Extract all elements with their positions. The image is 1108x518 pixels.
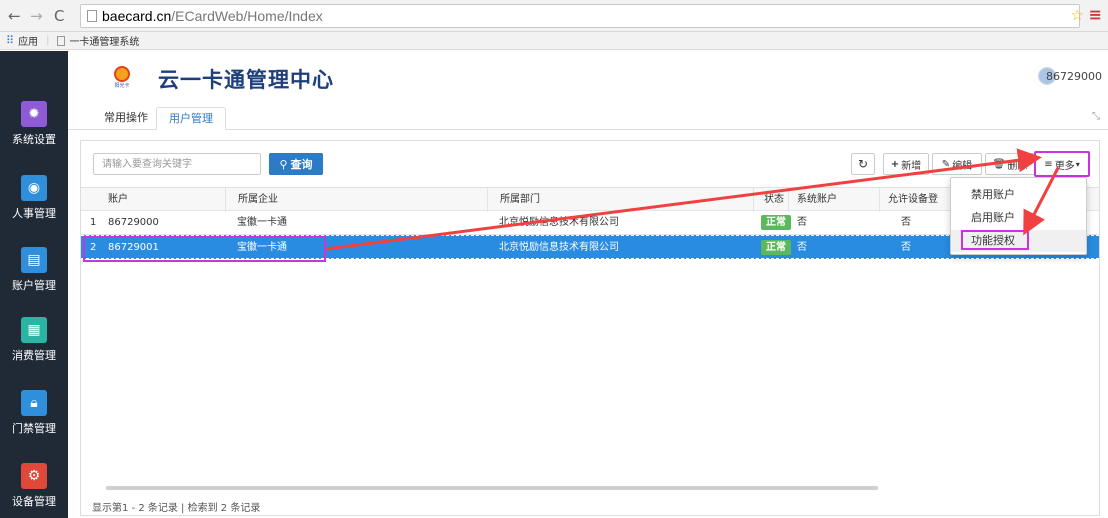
column-header[interactable]: 所属部门 <box>487 188 540 212</box>
sidebar: ✹ 系统设置 ◉ 人事管理 ▤ 账户管理 ▦ 消费管理 🔒︎ 门禁管理 ⚙ 设备… <box>0 51 68 518</box>
sidebar-item-label: 人事管理 <box>12 207 56 220</box>
user-icon: ◉ <box>21 175 47 201</box>
menu-item-disable-account[interactable]: 禁用账户 <box>951 184 1086 206</box>
table-row-selected[interactable]: 2 86729001 宝徽一卡通 北京悦励信息技术有限公司 正常 否 否 <box>81 235 1099 259</box>
column-header[interactable]: 所属企业 <box>225 188 278 212</box>
toolbar: ⚲ 查询 ↻ + 新增 ✎ 编辑 🗑︎ 删除 ≡ 更多 ▾ <box>81 141 1099 187</box>
column-header[interactable]: 允许设备登 <box>879 188 951 212</box>
table-header-row: 账户 所属企业 所属部门 状态 系统账户 允许设备登 <box>81 187 1099 212</box>
brand-logo: 阳光卡 <box>111 66 133 90</box>
sidebar-item-consumption[interactable]: ▦ 消费管理 <box>0 317 68 363</box>
pagination-summary: 显示第1 - 2 条记录 | 检索到 2 条记录 <box>92 503 261 514</box>
allow-device-cell: 否 <box>901 242 911 253</box>
page-icon <box>57 35 66 46</box>
delete-button-label: 删除 <box>1007 160 1028 172</box>
add-button[interactable]: + 新增 <box>883 153 929 175</box>
back-arrow-icon[interactable]: ← <box>8 7 21 25</box>
browser-menu-icon[interactable]: ≡ <box>1089 5 1102 24</box>
url-host: baecard.cn <box>102 8 172 24</box>
sidebar-item-label: 账户管理 <box>12 279 56 292</box>
delete-button[interactable]: 🗑︎ 删除 <box>985 153 1035 175</box>
company-cell: 宝徽一卡通 <box>237 242 287 253</box>
app-title: 云一卡通管理中心 <box>158 68 334 92</box>
add-button-label: 新增 <box>901 160 922 172</box>
more-dropdown-menu: 禁用账户 启用账户 功能授权 <box>950 177 1087 255</box>
status-cell: 正常 <box>761 236 791 260</box>
sidebar-item-label: 门禁管理 <box>12 422 56 435</box>
refresh-button[interactable]: ↻ <box>851 153 875 175</box>
apps-link[interactable]: 应用 <box>18 33 38 48</box>
system-account-cell: 否 <box>797 242 807 253</box>
company-cell: 宝徽一卡通 <box>237 217 287 228</box>
refresh-icon: ↻ <box>857 157 869 171</box>
search-icon: ⚲ <box>279 157 288 171</box>
row-index: 1 <box>90 217 97 228</box>
expand-icon[interactable]: ⤡ <box>1092 111 1100 122</box>
query-button[interactable]: ⚲ 查询 <box>269 153 323 175</box>
sidebar-item-hr[interactable]: ◉ 人事管理 <box>0 175 68 221</box>
column-header[interactable]: 系统账户 <box>788 188 837 212</box>
more-button-label: 更多 <box>1054 160 1075 172</box>
sidebar-item-label: 设备管理 <box>12 495 56 508</box>
horizontal-scrollbar[interactable] <box>106 486 878 490</box>
edit-button-label: 编辑 <box>952 160 973 172</box>
status-badge: 正常 <box>761 215 791 230</box>
tab-common-operations[interactable]: 常用操作 <box>92 107 160 130</box>
cogs-icon: ⚙ <box>21 463 47 489</box>
tab-user-management[interactable]: 用户管理 <box>156 107 226 130</box>
app-header: 阳光卡 云一卡通管理中心 86729000 <box>68 51 1108 103</box>
bookmark-link[interactable]: 一卡通管理系统 <box>69 33 139 48</box>
status-badge: 正常 <box>761 240 791 255</box>
sidebar-item-system-settings[interactable]: ✹ 系统设置 <box>0 101 68 147</box>
list-icon: ≡ <box>1044 158 1053 170</box>
lock-icon: 🔒︎ <box>21 390 47 416</box>
table-row[interactable]: 1 86729000 宝徽一卡通 北京悦励信息技术有限公司 正常 否 否 <box>81 211 1099 235</box>
account-cell: 86729001 <box>108 242 159 253</box>
sidebar-item-label: 系统设置 <box>12 133 56 146</box>
menu-item-enable-account[interactable]: 启用账户 <box>951 207 1086 229</box>
query-button-label: 查询 <box>290 158 313 171</box>
content-panel: ⚲ 查询 ↻ + 新增 ✎ 编辑 🗑︎ 删除 ≡ 更多 ▾ 账户 所属企业 所属… <box>80 140 1100 516</box>
sidebar-item-devices[interactable]: ⚙ 设备管理 <box>0 463 68 509</box>
bookmark-star-icon[interactable]: ☆ <box>1071 6 1084 24</box>
forward-arrow-icon[interactable]: → <box>30 7 43 25</box>
account-cell: 86729000 <box>108 217 159 228</box>
gear-icon: ✹ <box>21 101 47 127</box>
row-index: 2 <box>90 242 97 253</box>
system-account-cell: 否 <box>797 217 807 228</box>
more-button[interactable]: ≡ 更多 ▾ <box>1034 151 1090 177</box>
menu-item-function-authorization[interactable]: 功能授权 <box>951 230 1086 252</box>
column-header[interactable]: 状态 <box>753 188 784 212</box>
caret-down-icon: ▾ <box>1075 159 1080 169</box>
department-cell: 北京悦励信息技术有限公司 <box>499 217 619 228</box>
sidebar-item-label: 消费管理 <box>12 349 56 362</box>
url-path: /ECardWeb/Home/Index <box>171 8 323 24</box>
page-icon <box>87 10 97 22</box>
id-card-icon: ▤ <box>21 247 47 273</box>
sidebar-item-accounts[interactable]: ▤ 账户管理 <box>0 247 68 293</box>
plus-icon: + <box>890 158 900 170</box>
allow-device-cell: 否 <box>901 217 911 228</box>
edit-button[interactable]: ✎ 编辑 <box>932 153 982 175</box>
users-table: 账户 所属企业 所属部门 状态 系统账户 允许设备登 1 86729000 宝徽… <box>81 187 1099 259</box>
column-header[interactable]: 账户 <box>108 188 128 212</box>
user-name[interactable]: 86729000 <box>1046 70 1102 83</box>
tab-bar: 常用操作 用户管理 ⤡ <box>68 103 1108 130</box>
bookmark-divider: | <box>46 35 50 46</box>
status-cell: 正常 <box>761 211 791 235</box>
edit-icon: ✎ <box>941 158 951 170</box>
department-cell: 北京悦励信息技术有限公司 <box>499 242 619 253</box>
apps-grid-icon[interactable]: ⠿ <box>6 34 14 47</box>
search-input[interactable] <box>93 153 261 175</box>
reload-icon[interactable]: C <box>54 7 64 25</box>
calculator-icon: ▦ <box>21 317 47 343</box>
address-bar[interactable]: baecard.cn/ECardWeb/Home/Index <box>80 4 1080 28</box>
browser-toolbar: ← → C baecard.cn/ECardWeb/Home/Index ☆ ≡ <box>0 0 1108 32</box>
trash-icon: 🗑︎ <box>992 158 1006 170</box>
bookmarks-bar: ⠿ 应用 | 一卡通管理系统 <box>0 32 1108 50</box>
sidebar-item-access[interactable]: 🔒︎ 门禁管理 <box>0 390 68 436</box>
